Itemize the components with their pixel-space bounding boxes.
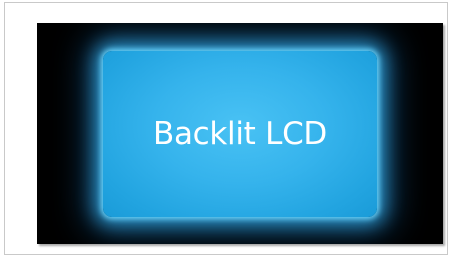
panel-label: Backlit LCD: [153, 116, 327, 152]
slide-canvas: Backlit LCD: [37, 23, 443, 244]
backlit-lcd-panel: Backlit LCD: [103, 51, 377, 217]
image-frame: Backlit LCD: [4, 2, 448, 255]
